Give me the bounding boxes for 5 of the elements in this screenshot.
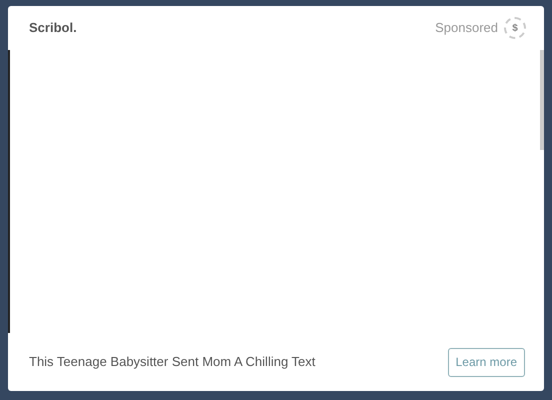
learn-more-button[interactable]: Learn more — [448, 348, 525, 376]
brand-name: Scribol. — [29, 19, 77, 38]
dollar-icon: $ — [504, 17, 526, 39]
sponsored-label: Sponsored — [435, 19, 498, 38]
ad-headline: This Teenage Babysitter Sent Mom A Chilling Text — [29, 353, 316, 372]
